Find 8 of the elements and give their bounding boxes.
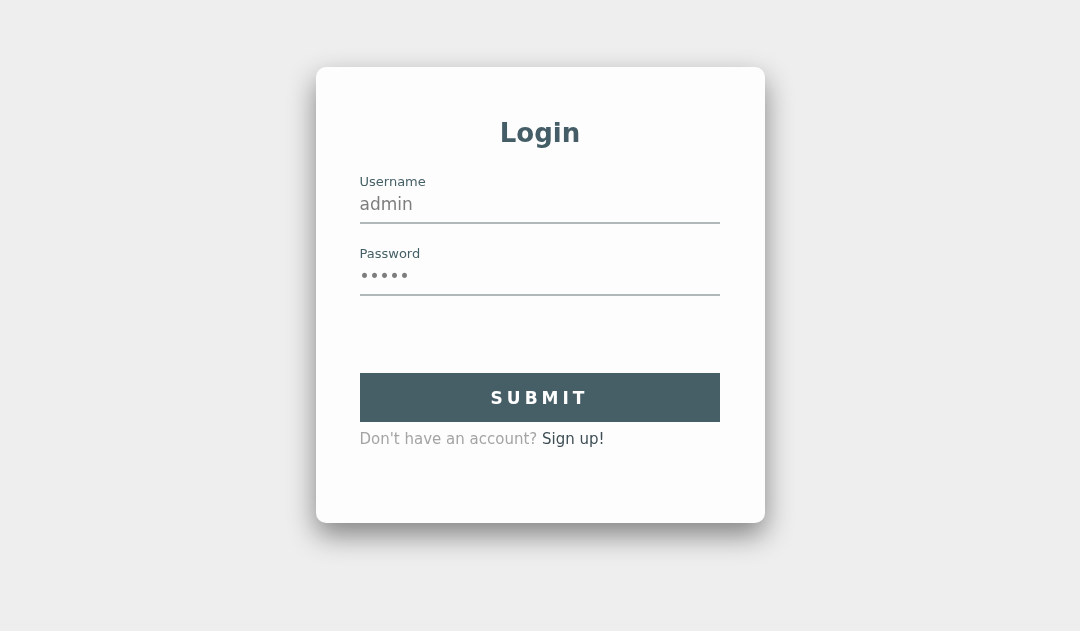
field-label: Password: [359, 246, 421, 262]
signup-link[interactable]: Sign up!: [542, 430, 605, 448]
submit-button[interactable]: SUBMIT: [359, 373, 720, 422]
signup-prompt: Don't have an account?: [359, 430, 538, 448]
input-field[interactable]: admin: [359, 190, 720, 224]
input-field[interactable]: •••••: [359, 262, 720, 296]
field-label: Username: [359, 174, 426, 190]
form-title: Login: [499, 117, 581, 150]
